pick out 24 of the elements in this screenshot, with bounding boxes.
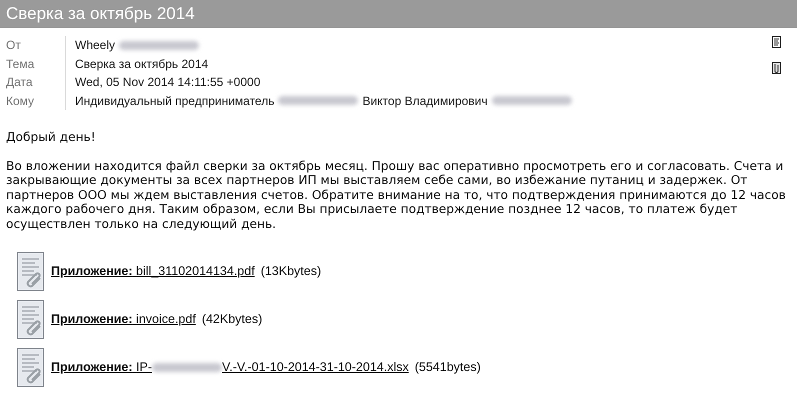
attachment-file-icon <box>17 348 45 388</box>
attachment-file-icon <box>17 300 45 340</box>
message-text: Во вложении находится файл сверки за октябрь месяц. Прошу вас оперативно просмотреть его и согласовать. Счета и закрывающие документы за всех партнеров ИП мы выставляем себе сами, во избежание путаниц и задержек. От партнеров ООО мы ждем выставления счетов. Обратите внимание на то, что подтверждения принимаются до 12 часов каждого рабочего дня. Таким образом, если Вы присылаете подтверждение позднее 12 часов, то платеж будет осуществлен только на следующий день. <box>6 158 787 232</box>
field-value: Сверка за октябрь 2014 <box>75 56 208 72</box>
title-bar: Сверка за октябрь 2014 <box>0 0 797 28</box>
document-icon[interactable] <box>772 36 781 48</box>
attachment-link[interactable]: Приложение: invoice.pdf <box>51 310 196 329</box>
field-label: Тема <box>0 54 66 73</box>
field-label: Дата <box>0 73 66 92</box>
attachment-file-icon <box>17 252 45 292</box>
attachment-link[interactable]: Приложение: IP- V.-V.-01-10-2014-31-10-2014.xlsx <box>51 358 409 377</box>
file-size: (13Kbytes) <box>260 263 322 280</box>
redaction-blur <box>152 363 222 372</box>
field-label: Кому <box>0 92 66 110</box>
field-value: Wheely <box>75 37 116 54</box>
field-label: От <box>0 36 66 54</box>
attachment-link[interactable]: Приложение: bill_31102014134.pdf <box>51 262 255 281</box>
greeting-text: Добрый день! <box>6 130 97 145</box>
field-value: Виктор Владимирович <box>362 92 488 110</box>
field-value: Индивидуальный предприниматель <box>75 92 274 110</box>
field-value: Wed, 05 Nov 2014 14:11:55 +0000 <box>75 74 260 91</box>
file-size: (42Kbytes) <box>202 311 262 328</box>
file-size: (5541bytes) <box>414 359 481 376</box>
attachment-icon[interactable] <box>772 62 781 74</box>
